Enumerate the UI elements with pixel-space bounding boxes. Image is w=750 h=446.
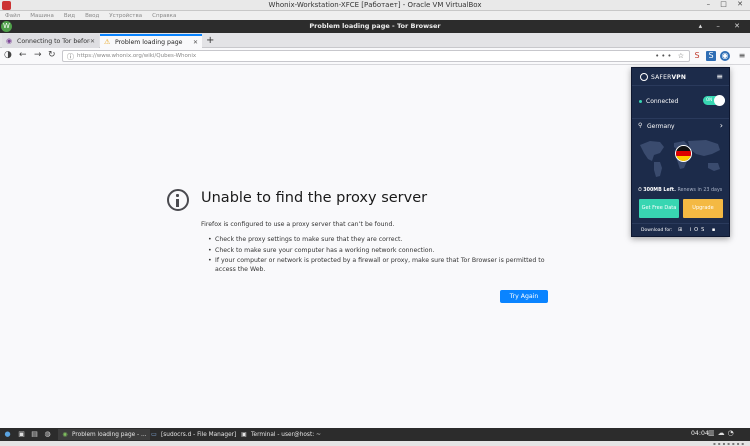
- vpn-status-row: Connected ON: [632, 86, 729, 118]
- error-title: Unable to find the proxy server: [201, 190, 428, 206]
- vpn-brand: SAFERVPN: [651, 74, 687, 81]
- vpn-country: Germany: [647, 123, 675, 130]
- error-description: Firefox is configured to use a proxy ser…: [201, 221, 395, 228]
- tor-browser-icon: ◉: [62, 430, 68, 438]
- upgrade-button[interactable]: Upgrade: [683, 199, 723, 218]
- tor-icon: ◉: [6, 36, 13, 45]
- browser-navbar: ◑ ← → ↻ ⓘ https://www.whonix.org/wiki/Qu…: [0, 48, 750, 65]
- suggestion-item: If your computer or network is protected…: [208, 256, 553, 274]
- location-pin-icon: ⚲: [638, 122, 643, 129]
- safervpn-popup: SAFERVPN ≡ Connected ON ⚲ Germany › ⏱ 30…: [631, 67, 730, 237]
- tab-close-icon[interactable]: ✕: [90, 38, 95, 45]
- clock[interactable]: 04:04: [691, 430, 709, 437]
- suggestion-item: Check to make sure your computer has a w…: [208, 246, 553, 255]
- page-actions-icon[interactable]: •••: [655, 52, 673, 60]
- tab-close-icon[interactable]: ✕: [193, 39, 198, 46]
- browser-tabbar: ◉ Connecting to Tor before a W ✕ ⚠ Probl…: [0, 33, 750, 48]
- vpn-menu-icon[interactable]: ≡: [716, 72, 723, 81]
- safervpn-logo-icon: [640, 73, 648, 81]
- vpn-toggle[interactable]: ON: [703, 95, 725, 106]
- taskbar-item-terminal[interactable]: ▣ Terminal - user@host: ~: [237, 429, 324, 440]
- hamburger-menu-icon[interactable]: ≡: [737, 51, 747, 61]
- folder-icon: ▭: [151, 430, 157, 438]
- guest-window-controls[interactable]: ▴ – ✕: [699, 22, 746, 30]
- system-tray[interactable]: ▥☁◔: [708, 429, 737, 437]
- vbox-menu-file[interactable]: Файл: [5, 13, 20, 19]
- tab-problem-loading-page[interactable]: ⚠ Problem loading page ✕: [100, 34, 202, 48]
- error-suggestions: Check the proxy settings to make sure th…: [208, 235, 553, 276]
- toggle-label: ON: [706, 97, 713, 102]
- tab-connecting-to-tor[interactable]: ◉ Connecting to Tor before a W ✕: [2, 34, 99, 48]
- chevron-right-icon: ›: [719, 121, 723, 130]
- vbox-window-title: Whonix-Workstation-XFCE [Работает] - Ora…: [268, 1, 482, 9]
- vbox-window-controls[interactable]: – □ ✕: [707, 0, 747, 8]
- url-text[interactable]: https://www.whonix.org/wiki/Qubes-Whonix: [77, 53, 196, 59]
- noscript-icon[interactable]: S: [692, 51, 702, 61]
- forward-icon[interactable]: →: [34, 50, 42, 60]
- terminal-icon: ▣: [241, 430, 247, 438]
- task-label: Problem loading page - ...: [72, 431, 147, 438]
- task-label: [sudocrs.d - File Manager]: [161, 431, 237, 438]
- https-everywhere-icon[interactable]: S: [706, 51, 716, 61]
- new-tab-button[interactable]: +: [206, 35, 214, 46]
- file-manager-launcher-icon[interactable]: ▤: [30, 430, 39, 439]
- vbox-menubar: Файл Машина Вид Ввод Устройства Справка: [0, 11, 750, 20]
- vpn-location-selector[interactable]: ⚲ Germany ›: [632, 118, 729, 133]
- tab-label: Problem loading page: [115, 38, 183, 46]
- tab-label: Connecting to Tor before a W: [17, 37, 90, 45]
- guest-window-title: Problem loading page - Tor Browser: [309, 22, 441, 30]
- page-actions[interactable]: ••• ☆: [655, 52, 686, 60]
- onion-menu-icon[interactable]: ◑: [4, 50, 12, 60]
- terminal-launcher-icon[interactable]: ▣: [17, 430, 26, 439]
- reload-icon[interactable]: ↻: [48, 50, 56, 60]
- platform-icons[interactable]: ⊞ iOS ▪: [678, 227, 718, 233]
- vpn-status: Connected: [646, 98, 679, 105]
- vpn-footer: Download for: ⊞ iOS ▪: [632, 223, 729, 237]
- vbox-menu-help[interactable]: Справка: [152, 13, 176, 19]
- vbox-statusbar: ▪▪▪▪▪▪▪: [0, 441, 750, 446]
- xfce-taskbar: ● ▣ ▤ ◍ ◉ Problem loading page - ... ▭ […: [0, 428, 750, 441]
- germany-flag-icon: [675, 145, 692, 162]
- task-label: Terminal - user@host: ~: [251, 431, 321, 438]
- app-menu-icon[interactable]: ●: [3, 430, 12, 439]
- vbox-menu-input[interactable]: Ввод: [85, 13, 99, 19]
- guest-window-titlebar: W Problem loading page - Tor Browser ▴ –…: [0, 20, 750, 33]
- info-circle-icon: [167, 189, 189, 211]
- get-free-data-button[interactable]: Get Free Data: [639, 199, 679, 218]
- vbox-menu-view[interactable]: Вид: [64, 13, 75, 19]
- vbox-titlebar: Whonix-Workstation-XFCE [Работает] - Ora…: [0, 0, 750, 11]
- taskbar-item-tor-browser[interactable]: ◉ Problem loading page - ...: [58, 429, 150, 440]
- taskbar-item-file-manager[interactable]: ▭ [sudocrs.d - File Manager]: [147, 429, 239, 440]
- vbox-menu-machine[interactable]: Машина: [30, 13, 54, 19]
- vbox-status-icons[interactable]: ▪▪▪▪▪▪▪: [713, 441, 746, 446]
- download-for-label: Download for:: [641, 228, 673, 233]
- suggestion-item: Check the proxy settings to make sure th…: [208, 235, 553, 244]
- status-dot-icon: [639, 100, 642, 103]
- bookmark-star-icon[interactable]: ☆: [678, 52, 686, 60]
- try-again-button[interactable]: Try Again: [500, 290, 548, 303]
- safervpn-extension-icon[interactable]: ◉: [720, 51, 730, 61]
- info-icon[interactable]: ⓘ: [67, 52, 74, 62]
- vpn-data-usage: ⏱ 300MB Left. Renews in 23 days: [638, 188, 723, 193]
- url-bar[interactable]: ⓘ https://www.whonix.org/wiki/Qubes-Whon…: [62, 50, 690, 62]
- vbox-menu-devices[interactable]: Устройства: [109, 13, 142, 19]
- warning-icon: ⚠: [104, 37, 111, 46]
- vpn-header: SAFERVPN ≡: [632, 68, 729, 86]
- browser-launcher-icon[interactable]: ◍: [43, 430, 52, 439]
- back-icon[interactable]: ←: [19, 50, 27, 60]
